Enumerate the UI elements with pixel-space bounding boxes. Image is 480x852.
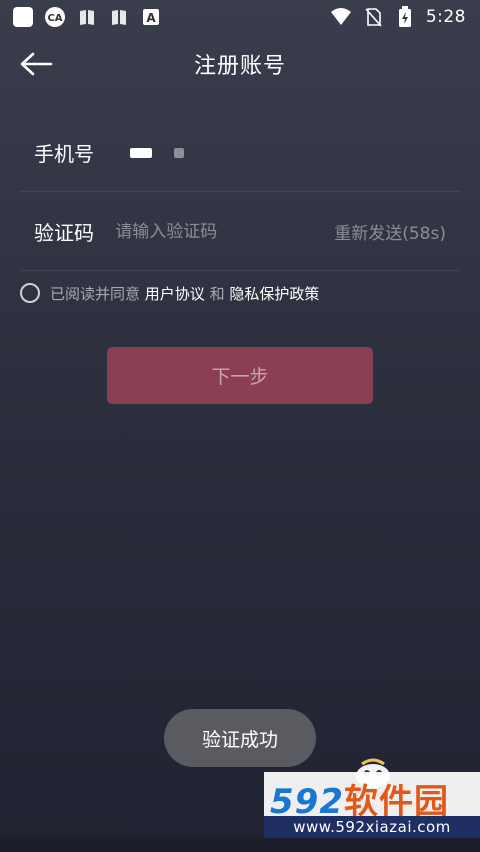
code-label: 验证码 [34, 221, 94, 245]
wifi-icon [330, 6, 352, 28]
status-bar: CA A 5:28 [0, 0, 480, 34]
agreement-and: 和 [204, 284, 230, 303]
phone-label: 手机号 [34, 142, 94, 166]
agreement-checkbox[interactable] [20, 283, 40, 303]
a-icon: A [140, 6, 162, 28]
bottom-edge [0, 838, 480, 852]
ca-icon: CA [44, 6, 66, 28]
user-agreement-link[interactable]: 用户协议 [145, 285, 205, 303]
masked-digits [130, 147, 152, 158]
toast-message: 验证成功 [164, 709, 316, 767]
next-step-button[interactable]: 下一步 [107, 347, 373, 404]
phone-number-masked [130, 147, 184, 158]
verification-code-input[interactable] [115, 221, 335, 242]
back-button[interactable] [18, 48, 54, 80]
status-time: 5:28 [425, 7, 466, 27]
verification-code-row: 验证码 重新发送(58s) [20, 193, 460, 271]
watermark-logo: 592软件园 www.592xiazai.com [264, 772, 480, 838]
book-icon [108, 6, 130, 28]
agreement-prefix: 已阅读并同意 [50, 284, 145, 303]
svg-text:CA: CA [47, 13, 62, 24]
battery-charging-icon [394, 6, 416, 28]
masked-digits [174, 147, 184, 158]
agreement-row: 已阅读并同意 用户协议 和 隐私保护政策 [20, 280, 319, 306]
status-bar-left: CA A [12, 6, 162, 28]
agreement-text: 已阅读并同意 用户协议 和 隐私保护政策 [50, 283, 319, 304]
status-bar-right: 5:28 [330, 6, 466, 28]
back-arrow-icon [20, 52, 53, 76]
privacy-policy-link[interactable]: 隐私保护政策 [229, 285, 319, 303]
page-title: 注册账号 [193, 54, 286, 79]
title-bar: 注册账号 [0, 34, 480, 94]
book-icon [76, 6, 98, 28]
no-sim-icon [362, 6, 384, 28]
watermark-url: www.592xiazai.com [264, 816, 480, 838]
resend-code-button[interactable]: 重新发送(58s) [334, 219, 460, 244]
phone-row: 手机号 [20, 114, 460, 192]
svg-text:A: A [146, 11, 156, 25]
app-square-icon [12, 6, 34, 28]
